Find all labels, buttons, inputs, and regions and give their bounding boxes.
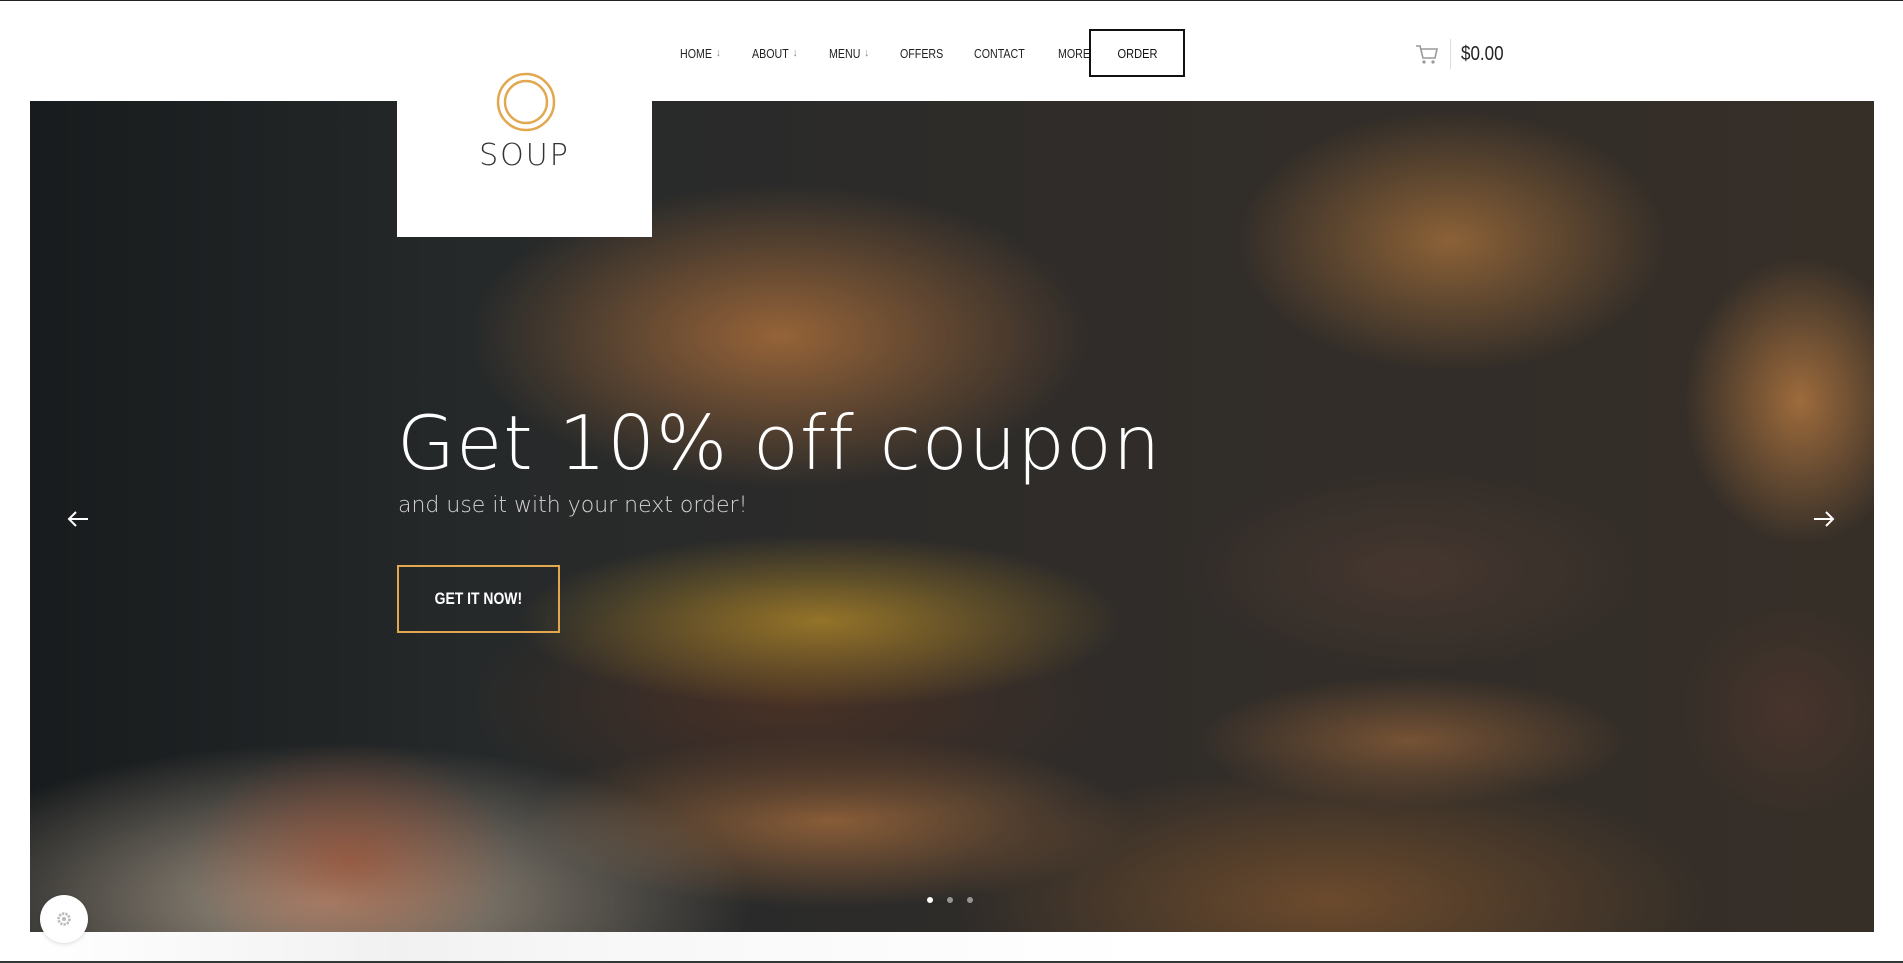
- hero-title: Get 10% off coupon: [397, 399, 1162, 487]
- order-button-label: ORDER: [1117, 45, 1157, 61]
- gear-icon: [57, 912, 71, 926]
- cart-icon: [1416, 45, 1438, 64]
- nav-item-home[interactable]: HOME ↓: [680, 46, 721, 61]
- hero-subtitle: and use it with your next order!: [398, 493, 748, 518]
- slider-dot-3[interactable]: [967, 897, 973, 903]
- order-button[interactable]: ORDER: [1089, 29, 1185, 77]
- get-it-now-label: GET IT NOW!: [434, 589, 523, 608]
- hero-slider: Get 10% off coupon and use it with your …: [30, 101, 1874, 932]
- next-section-peek: [30, 932, 1874, 963]
- cart-total: $0.00: [1461, 42, 1504, 65]
- nav-item-label: OFFERS: [899, 45, 943, 61]
- arrow-left-icon[interactable]: [62, 503, 94, 535]
- nav-item-about[interactable]: ABOUT ↓: [752, 46, 797, 61]
- arrow-down-icon: ↓: [792, 47, 797, 59]
- arrow-down-icon: ↓: [864, 47, 869, 59]
- logo-ring-icon: [496, 72, 556, 132]
- logo-text: SOUP: [479, 138, 570, 173]
- nav-item-label: ABOUT: [751, 45, 789, 61]
- nav-item-contact[interactable]: CONTACT: [974, 46, 1025, 61]
- nav-item-menu[interactable]: MENU ↓: [829, 46, 869, 61]
- slider-dot-2[interactable]: [947, 897, 953, 903]
- nav-item-label: MORE: [1058, 45, 1091, 61]
- nav-item-label: CONTACT: [974, 45, 1026, 61]
- get-it-now-button[interactable]: GET IT NOW!: [397, 565, 560, 633]
- site-header: HOME ↓ ABOUT ↓ MENU ↓ OFFERS CONTACT MOR…: [0, 1, 1903, 101]
- cart-widget[interactable]: $0.00: [1414, 37, 1511, 71]
- arrow-right-icon[interactable]: [1808, 503, 1840, 535]
- nav-item-offers[interactable]: OFFERS: [900, 46, 943, 61]
- hero-image: [30, 101, 1874, 932]
- arrow-down-icon: ↓: [716, 47, 721, 59]
- main-nav: HOME ↓ ABOUT ↓ MENU ↓ OFFERS CONTACT MOR…: [680, 29, 1130, 77]
- settings-button[interactable]: [40, 895, 88, 943]
- nav-item-label: HOME: [680, 45, 712, 61]
- slider-dot-1[interactable]: [927, 897, 933, 903]
- cart-divider: [1450, 39, 1451, 69]
- slider-dots: [927, 897, 987, 903]
- nav-item-label: MENU: [828, 45, 861, 61]
